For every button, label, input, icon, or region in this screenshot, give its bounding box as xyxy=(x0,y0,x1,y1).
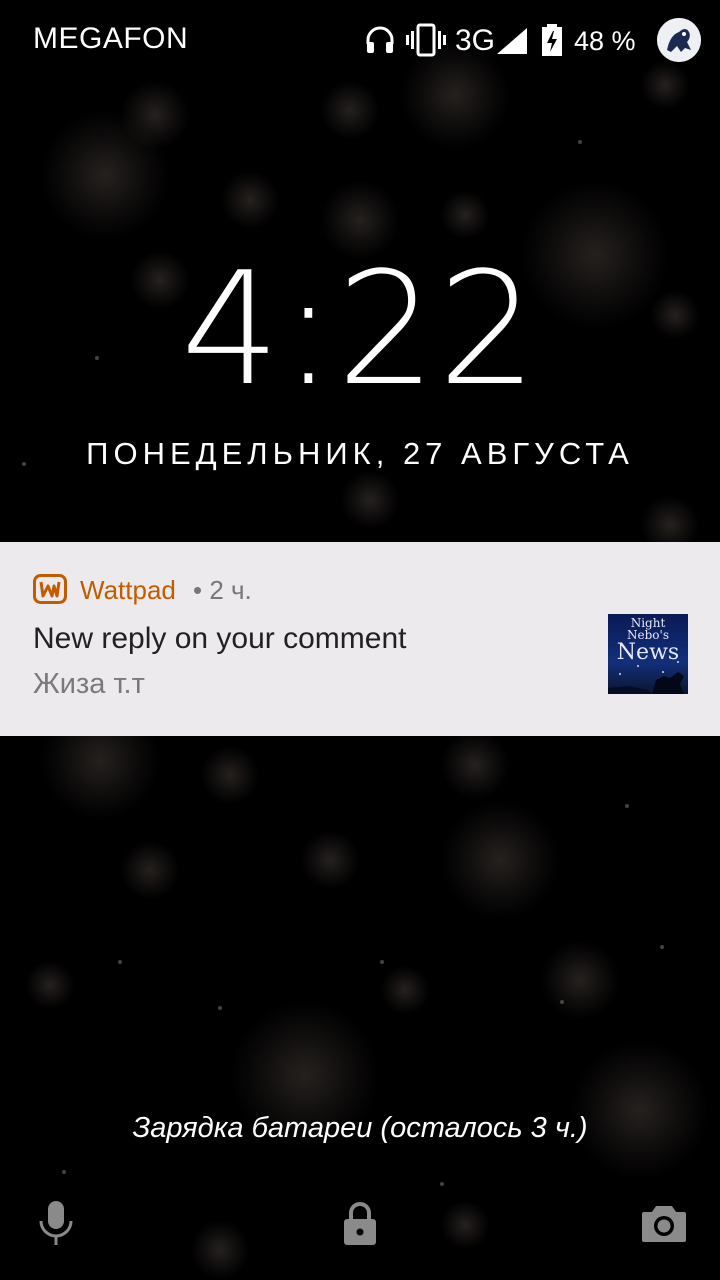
signal-icon xyxy=(497,28,527,54)
notification-title: New reply on your comment xyxy=(33,622,407,655)
vibrate-icon xyxy=(406,23,446,57)
status-bar: MEGAFON 3G 48 % xyxy=(0,0,720,82)
headphones-icon xyxy=(366,26,394,53)
lockscreen-clock: 4:22 xyxy=(180,238,540,420)
charging-status: Зарядка батареи (осталось 3 ч.) xyxy=(132,1112,588,1144)
notification-text: Жиза т.т xyxy=(33,668,145,700)
network-type: 3G xyxy=(455,24,496,57)
avatar-image xyxy=(657,18,701,62)
wattpad-icon xyxy=(33,574,67,604)
notification-app-name: Wattpad xyxy=(80,575,176,605)
thumbnail-text-line3: News xyxy=(616,640,680,665)
notification-thumbnail: Night Nebo's News xyxy=(608,614,688,694)
lockscreen-date: ПОНЕДЕЛЬНИК, 27 АВГУСТА xyxy=(86,436,634,471)
user-avatar[interactable] xyxy=(657,18,701,62)
carrier-name: MEGAFON xyxy=(33,22,189,55)
lock-screen: MEGAFON 3G 48 % 4:22 ПОНЕДЕЛЬНИК, 27 АВГ… xyxy=(0,0,720,1280)
battery-percent: 48 % xyxy=(574,26,636,56)
battery-charging-icon xyxy=(542,24,562,56)
lock-icon[interactable] xyxy=(343,1201,377,1245)
camera-icon[interactable] xyxy=(642,1204,686,1242)
mic-icon[interactable] xyxy=(38,1201,74,1245)
notification-time: • 2 ч. xyxy=(193,575,252,605)
